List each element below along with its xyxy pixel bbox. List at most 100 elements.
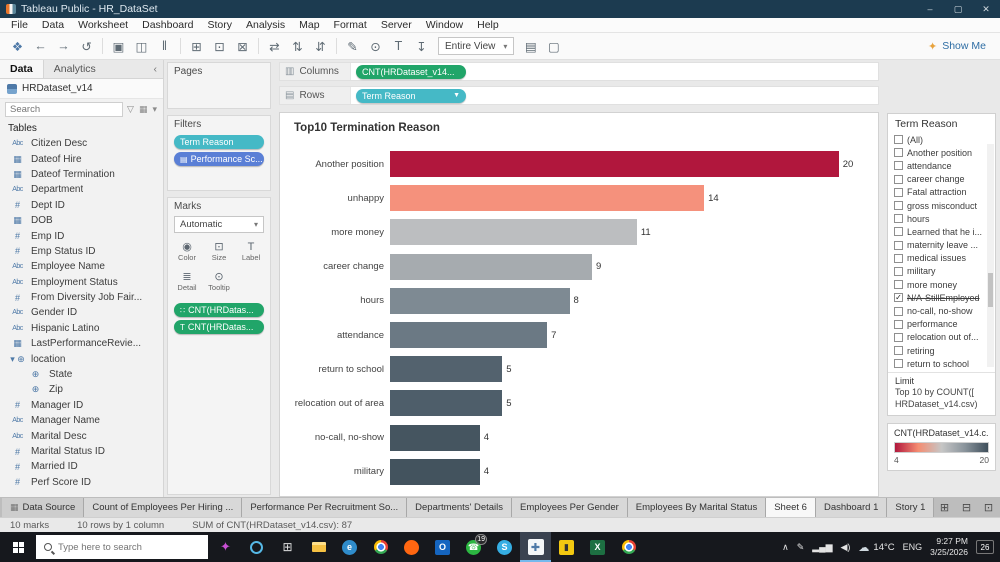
fit-dropdown[interactable]: Entire View ▾ <box>438 37 514 55</box>
field-dateof-termination[interactable]: ▦Dateof Termination <box>0 167 163 182</box>
scrollbar-thumb[interactable] <box>988 273 993 307</box>
category-label[interactable]: relocation out of area <box>280 398 390 409</box>
checkbox[interactable] <box>894 320 903 329</box>
new-worksheet-icon[interactable]: ⊞ <box>185 36 208 56</box>
filter-funnel-icon[interactable]: ▽ <box>126 104 135 115</box>
minimize-button[interactable]: – <box>916 0 944 18</box>
checkbox[interactable] <box>894 135 903 144</box>
clear-sheet-icon[interactable]: ⊠ <box>231 36 254 56</box>
skype-icon[interactable]: S <box>489 532 520 562</box>
field-hispanic-latino[interactable]: AbcHispanic Latino <box>0 321 163 336</box>
checkbox[interactable] <box>894 188 903 197</box>
powerbi-icon[interactable]: ▮ <box>551 532 582 562</box>
new-datasource-icon[interactable]: ◫ <box>130 36 153 56</box>
whatsapp-icon[interactable]: ☎19 <box>458 532 489 562</box>
field-manager-id[interactable]: #Manager ID <box>0 398 163 413</box>
replay-icon[interactable]: ↺ <box>75 36 98 56</box>
checkbox[interactable] <box>894 148 903 157</box>
filter-item-fatal-attraction[interactable]: Fatal attraction <box>894 186 986 199</box>
menu-format[interactable]: Format <box>327 18 374 33</box>
checkbox[interactable]: ✓ <box>894 293 903 302</box>
field-marital-status-id[interactable]: #Marital Status ID <box>0 444 163 459</box>
firefox-icon[interactable] <box>396 532 427 562</box>
color-button[interactable]: ◉Color <box>172 237 202 265</box>
tab-data[interactable]: Data <box>0 60 44 78</box>
sort-descending-icon[interactable]: ⇵ <box>309 36 332 56</box>
filter-item-learned-that-he-i[interactable]: Learned that he i... <box>894 225 986 238</box>
collapse-pane-icon[interactable]: ‹ <box>148 60 164 78</box>
field-dateof-hire[interactable]: ▦Dateof Hire <box>0 151 163 166</box>
menu-server[interactable]: Server <box>374 18 419 33</box>
checkbox[interactable] <box>894 175 903 184</box>
presentation-mode-icon[interactable]: ▢ <box>542 36 565 56</box>
field-married-id[interactable]: #Married ID <box>0 459 163 474</box>
group-members-icon[interactable]: ⊙ <box>364 36 387 56</box>
detail-button[interactable]: ≣Detail <box>172 267 202 295</box>
checkbox[interactable] <box>894 359 903 368</box>
sheet-tab-story-1[interactable]: Story 1 <box>887 498 934 517</box>
field-marital-desc[interactable]: AbcMarital Desc <box>0 428 163 443</box>
sheet-tab-employees-by-marital-status[interactable]: Employees By Marital Status <box>628 498 766 517</box>
redo-icon[interactable]: → <box>52 36 75 56</box>
category-label[interactable]: return to school <box>280 364 390 375</box>
tooltip-button[interactable]: ⊙Tooltip <box>204 267 234 295</box>
category-label[interactable]: hours <box>280 295 390 306</box>
filter-pill-performance-sc[interactable]: ▤Performance Sc... <box>174 152 264 166</box>
cortana-icon[interactable]: ✦ <box>210 532 241 562</box>
menu-window[interactable]: Window <box>419 18 470 33</box>
pen-tray-icon[interactable]: ✎ <box>797 542 805 553</box>
clock[interactable]: 9:27 PM 3/25/2026 <box>930 536 968 557</box>
menu-analysis[interactable]: Analysis <box>239 18 292 33</box>
field-employment-status[interactable]: AbcEmployment Status <box>0 275 163 290</box>
field-employee-name[interactable]: AbcEmployee Name <box>0 259 163 274</box>
field-lastperformancerevie[interactable]: ▦LastPerformanceRevie... <box>0 336 163 351</box>
new-dashboard-tab-icon[interactable]: ⊟ <box>956 498 976 516</box>
sheet-tab-performance-per-recruitment-so[interactable]: Performance Per Recruitment So... <box>242 498 407 517</box>
bar-mark[interactable] <box>390 459 480 485</box>
mark-type-dropdown[interactable]: Automatic ▾ <box>174 216 264 233</box>
filter-item-attendance[interactable]: attendance <box>894 159 986 172</box>
bar-mark[interactable] <box>390 288 570 314</box>
checkbox[interactable] <box>894 333 903 342</box>
undo-icon[interactable]: ← <box>29 36 52 56</box>
size-button[interactable]: ⊡Size <box>204 237 234 265</box>
browser-icon[interactable] <box>613 532 644 562</box>
category-label[interactable]: career change <box>280 261 390 272</box>
sort-ascending-icon[interactable]: ⇅ <box>286 36 309 56</box>
menu-map[interactable]: Map <box>292 18 326 33</box>
taskbar-search-input[interactable] <box>58 542 178 553</box>
rows-shelf-track[interactable]: Term Reason ▼ <box>350 87 878 104</box>
sheet-tab-data-source[interactable]: ▦Data Source <box>2 498 84 517</box>
bar-mark[interactable] <box>390 425 480 451</box>
filter-item-no-call-no-show[interactable]: no-call, no-show <box>894 304 986 317</box>
view-grid-icon[interactable]: ▦ <box>138 104 149 115</box>
checkbox[interactable] <box>894 201 903 210</box>
swap-axes-icon[interactable]: ⇄ <box>263 36 286 56</box>
language-indicator[interactable]: ENG <box>903 542 923 552</box>
checkbox[interactable] <box>894 227 903 236</box>
file-explorer-icon[interactable] <box>303 532 334 562</box>
field-location[interactable]: ▾ ⊕location <box>0 351 163 366</box>
start-button[interactable] <box>0 532 36 562</box>
view-options-caret-icon[interactable]: ▾ <box>151 104 158 115</box>
tab-analytics[interactable]: Analytics <box>44 60 106 78</box>
duplicate-icon[interactable]: ⊡ <box>208 36 231 56</box>
menu-file[interactable]: File <box>4 18 35 33</box>
close-button[interactable]: ✕ <box>972 0 1000 18</box>
field-from-diversity-job-fair[interactable]: #From Diversity Job Fair... <box>0 290 163 305</box>
field-citizen-desc[interactable]: AbcCitizen Desc <box>0 136 163 151</box>
notification-badge[interactable]: 26 <box>976 540 994 554</box>
voice-assistant-icon[interactable] <box>241 532 272 562</box>
category-label[interactable]: more money <box>280 227 390 238</box>
new-story-tab-icon[interactable]: ⊡ <box>978 498 998 516</box>
filter-item-maternity-leave[interactable]: maternity leave ... <box>894 239 986 252</box>
checkbox[interactable] <box>894 161 903 170</box>
task-view-icon[interactable]: ⊞ <box>272 532 303 562</box>
field-state[interactable]: ⊕State <box>0 367 163 382</box>
sheet-tab-count-of-employees-per-hiring[interactable]: Count of Employees Per Hiring ... <box>84 498 242 517</box>
sheet-tab-employees-per-gender[interactable]: Employees Per Gender <box>512 498 628 517</box>
filter-item-career-change[interactable]: career change <box>894 173 986 186</box>
checkbox[interactable] <box>894 214 903 223</box>
category-label[interactable]: military <box>280 466 390 477</box>
field-department[interactable]: AbcDepartment <box>0 182 163 197</box>
